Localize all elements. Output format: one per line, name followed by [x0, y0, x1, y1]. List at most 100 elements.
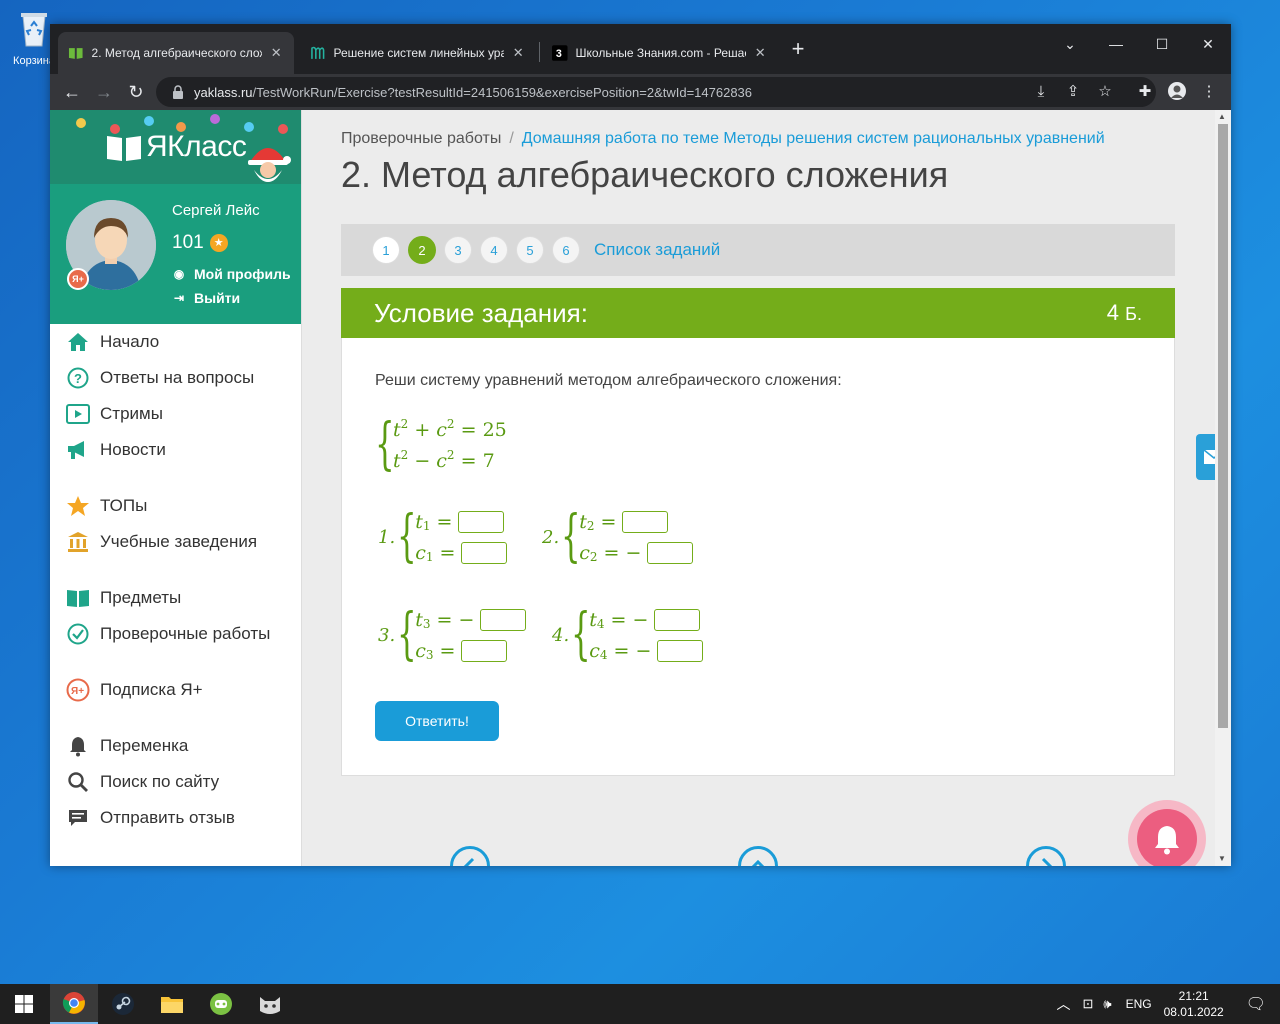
- breadcrumb-root[interactable]: Проверочные работы: [341, 130, 501, 147]
- game-app-icon: [210, 993, 232, 1015]
- taskbar-chrome[interactable]: [50, 984, 98, 1024]
- taskbar-xbox[interactable]: [197, 984, 245, 1024]
- profile-card: Я+ Сергей Лейс 101 ★ ◉ Мой профиль ⇥ Вый…: [50, 184, 301, 324]
- feedback-icon: [66, 806, 90, 830]
- sidebar-item-answers[interactable]: ? Ответы на вопросы: [50, 360, 302, 396]
- recycle-bin-icon: [21, 13, 47, 47]
- task-header-title: Условие задания:: [374, 297, 588, 328]
- close-tab-icon[interactable]: ✕: [510, 45, 526, 61]
- answer-input-c3[interactable]: [461, 639, 508, 662]
- new-tab-button[interactable]: +: [788, 38, 808, 60]
- scroll-down-arrow-icon[interactable]: ▼: [1218, 854, 1226, 863]
- yplus-badge: Я+: [67, 268, 89, 290]
- answer-input-t4[interactable]: [654, 608, 701, 631]
- sidebar-item-label: Проверочные работы: [100, 624, 271, 643]
- back-button[interactable]: ←: [60, 80, 84, 104]
- share-icon[interactable]: ⇪: [1062, 81, 1084, 103]
- sidebar-item-label: Поиск по сайту: [100, 772, 220, 791]
- start-button[interactable]: [0, 984, 48, 1024]
- task-points: 4 Б.: [1107, 300, 1142, 326]
- profile-avatar-icon[interactable]: [1166, 81, 1188, 103]
- scrollbar-thumb[interactable]: [1218, 124, 1228, 728]
- breadcrumb-link[interactable]: Домашняя работа по теме Методы решения с…: [522, 130, 1105, 147]
- url-path: /TestWorkRun/Exercise?testResultId=24150…: [252, 84, 753, 100]
- menu-kebab-icon[interactable]: ⋮: [1198, 81, 1220, 103]
- pager-item-3[interactable]: 3: [444, 236, 472, 264]
- menu-spacer: [50, 468, 302, 488]
- answer-input-t1[interactable]: [458, 510, 505, 533]
- tab-yaklass[interactable]: 2. Метод алгебраического сложения ✕: [58, 32, 294, 74]
- sidebar-item-institutions[interactable]: Учебные заведения: [50, 524, 302, 560]
- task-list-link[interactable]: Список заданий: [594, 240, 720, 260]
- taskbar-app[interactable]: [246, 984, 294, 1024]
- sidebar-item-tops[interactable]: ТОПы: [50, 488, 302, 524]
- pager-item-5[interactable]: 5: [516, 236, 544, 264]
- scroll-up-arrow-icon[interactable]: ▲: [1218, 112, 1226, 121]
- task-points-unit: Б.: [1125, 304, 1142, 324]
- my-profile-link[interactable]: ◉ Мой профиль: [172, 266, 291, 282]
- pager-item-1[interactable]: 1: [372, 236, 400, 264]
- sidebar-item-home[interactable]: Начало: [50, 324, 302, 360]
- points-value: 101: [172, 232, 204, 253]
- extensions-icon[interactable]: ✚: [1134, 81, 1156, 103]
- sidebar-item-news[interactable]: Новости: [50, 432, 302, 468]
- submit-answer-button[interactable]: Ответить!: [375, 701, 499, 741]
- language-indicator[interactable]: ENG: [1126, 997, 1152, 1011]
- network-icon[interactable]: ⊡: [1083, 996, 1094, 1012]
- close-tab-icon[interactable]: ✕: [752, 45, 768, 61]
- close-tab-icon[interactable]: ✕: [268, 45, 284, 61]
- chevron-left-icon: [463, 857, 475, 866]
- garland-bulb: [278, 124, 288, 134]
- steam-icon: [112, 993, 134, 1015]
- sidebar-item-streams[interactable]: Стримы: [50, 396, 302, 432]
- sidebar-item-subjects[interactable]: Предметы: [50, 580, 302, 616]
- answer-input-c1[interactable]: [461, 541, 508, 564]
- menu-spacer: [50, 708, 302, 728]
- chrome-icon: [62, 992, 85, 1014]
- close-window-button[interactable]: ✕: [1188, 30, 1228, 58]
- notifications-button[interactable]: [1128, 800, 1206, 866]
- sidebar-item-label: Предметы: [100, 588, 182, 607]
- bookmark-star-icon[interactable]: ☆: [1094, 81, 1116, 103]
- sidebar-item-search[interactable]: Поиск по сайту: [50, 764, 302, 800]
- notifications-icon[interactable]: 🗨: [1246, 994, 1266, 1014]
- volume-icon[interactable]: 🕪: [1103, 996, 1111, 1012]
- sidebar-item-subscription[interactable]: Я+ Подписка Я+: [50, 672, 302, 708]
- sidebar-item-feedback[interactable]: Отправить отзыв: [50, 800, 302, 836]
- maximize-button[interactable]: ☐: [1142, 30, 1182, 58]
- answer-input-c4[interactable]: [657, 639, 704, 662]
- taskbar-steam[interactable]: [99, 984, 147, 1024]
- address-bar[interactable]: yaklass.ru/TestWorkRun/Exercise?testResu…: [156, 77, 1156, 107]
- answer-input-t3[interactable]: [480, 608, 527, 631]
- logout-link[interactable]: ⇥ Выйти: [172, 290, 240, 306]
- given-system: { t2 + c2 = 25 t2 − c2 = 7: [375, 414, 507, 476]
- sidebar-item-label: Стримы: [100, 404, 163, 423]
- news-icon: [66, 438, 90, 462]
- scroll-top-button[interactable]: [738, 846, 778, 866]
- answer-system-2: 2. { t2 = c2 = −: [542, 506, 694, 568]
- install-app-icon[interactable]: ⤓: [1030, 81, 1052, 103]
- equation-1: t2 + c2 = 25: [393, 416, 507, 441]
- clock-date: 08.01.2022: [1163, 1005, 1224, 1019]
- page-scrollbar[interactable]: ▲ ▼: [1215, 110, 1231, 866]
- pager-item-4[interactable]: 4: [480, 236, 508, 264]
- minimize-button[interactable]: —: [1096, 30, 1136, 58]
- chevron-up-icon[interactable]: ︿: [1057, 994, 1071, 1014]
- answer-input-t2[interactable]: [622, 510, 669, 533]
- answer-input-c2[interactable]: [647, 541, 694, 564]
- tab-znaniya[interactable]: 3 Школьные Знания.com - Решаем ✕: [542, 32, 778, 74]
- taskbar-explorer[interactable]: [148, 984, 196, 1024]
- tab-resheniye[interactable]: Решение систем линейных уравнений ✕: [300, 32, 536, 74]
- reload-button[interactable]: ↻: [124, 80, 148, 104]
- sidebar-item-break[interactable]: Переменка: [50, 728, 302, 764]
- my-profile-label: Мой профиль: [194, 266, 291, 282]
- clock[interactable]: 21:21 08.01.2022: [1164, 988, 1224, 1020]
- logo-text[interactable]: ЯКласс: [146, 130, 247, 164]
- forward-button[interactable]: →: [92, 80, 116, 104]
- sidebar-item-tests[interactable]: Проверочные работы: [50, 616, 302, 652]
- previous-exercise-button[interactable]: [450, 846, 490, 866]
- tab-search-icon[interactable]: ⌄: [1050, 30, 1090, 58]
- pager-item-2[interactable]: 2: [408, 236, 436, 264]
- pager-item-6[interactable]: 6: [552, 236, 580, 264]
- next-exercise-button[interactable]: [1026, 846, 1066, 866]
